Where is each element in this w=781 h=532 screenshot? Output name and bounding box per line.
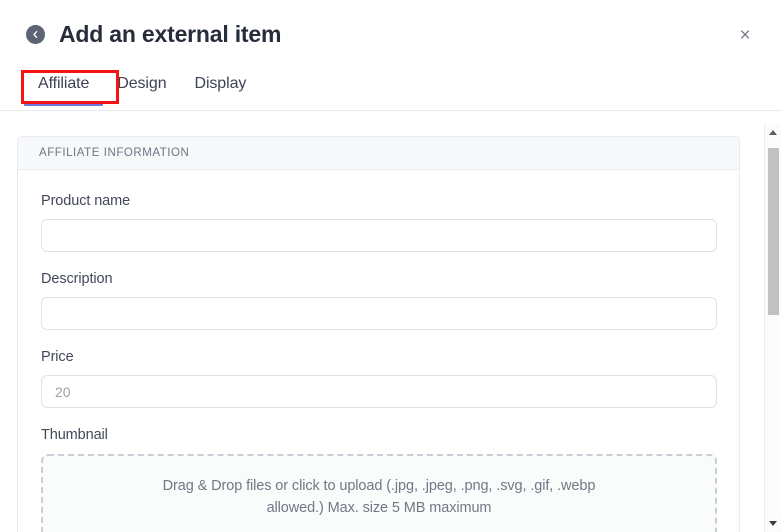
field-product-name: Product name: [41, 193, 717, 252]
form-body: Product name Description Price Thumbnail…: [18, 170, 739, 532]
product-name-input[interactable]: [41, 219, 717, 252]
thumbnail-dropzone[interactable]: Drag & Drop files or click to upload (.j…: [41, 454, 717, 532]
modal-body: AFFILIATE INFORMATION Product name Descr…: [0, 112, 781, 532]
tab-affiliate[interactable]: Affiliate: [24, 68, 104, 106]
caret-up-icon: [769, 130, 777, 135]
modal-header: Add an external item: [0, 0, 781, 68]
description-input[interactable]: [41, 297, 717, 330]
scroll-down-button[interactable]: [765, 515, 781, 532]
tab-display-label: Display: [194, 75, 247, 92]
page-title: Add an external item: [59, 20, 282, 47]
scrollbar-track[interactable]: [766, 141, 781, 515]
price-label: Price: [41, 349, 74, 365]
tab-bar: Affiliate Design Display: [0, 68, 781, 111]
close-icon: ×: [739, 24, 751, 46]
back-button[interactable]: [26, 24, 45, 44]
product-name-label: Product name: [41, 193, 131, 209]
tab-design-label: Design: [117, 75, 167, 92]
modal-screen: Add an external item × Affiliate Design …: [0, 0, 781, 532]
tab-design[interactable]: Design: [103, 68, 180, 106]
price-input[interactable]: [41, 375, 717, 408]
caret-down-icon: [769, 521, 777, 526]
field-thumbnail: Thumbnail Drag & Drop files or click to …: [41, 427, 717, 532]
description-label: Description: [41, 271, 113, 287]
section-header: AFFILIATE INFORMATION: [18, 137, 739, 170]
thumbnail-label: Thumbnail: [41, 427, 108, 443]
chevron-left-icon: [31, 30, 40, 39]
affiliate-information-card: AFFILIATE INFORMATION Product name Descr…: [17, 136, 740, 532]
close-button[interactable]: ×: [733, 23, 757, 47]
field-price: Price: [41, 349, 717, 408]
section-title: AFFILIATE INFORMATION: [39, 147, 190, 159]
tab-affiliate-label: Affiliate: [38, 75, 90, 92]
tab-display[interactable]: Display: [181, 68, 261, 106]
scroll-up-button[interactable]: [765, 124, 781, 141]
field-description: Description: [41, 271, 717, 330]
dropzone-instructions: Drag & Drop files or click to upload (.j…: [162, 478, 596, 517]
vertical-scrollbar[interactable]: [764, 124, 781, 532]
scrollbar-thumb[interactable]: [768, 148, 779, 315]
